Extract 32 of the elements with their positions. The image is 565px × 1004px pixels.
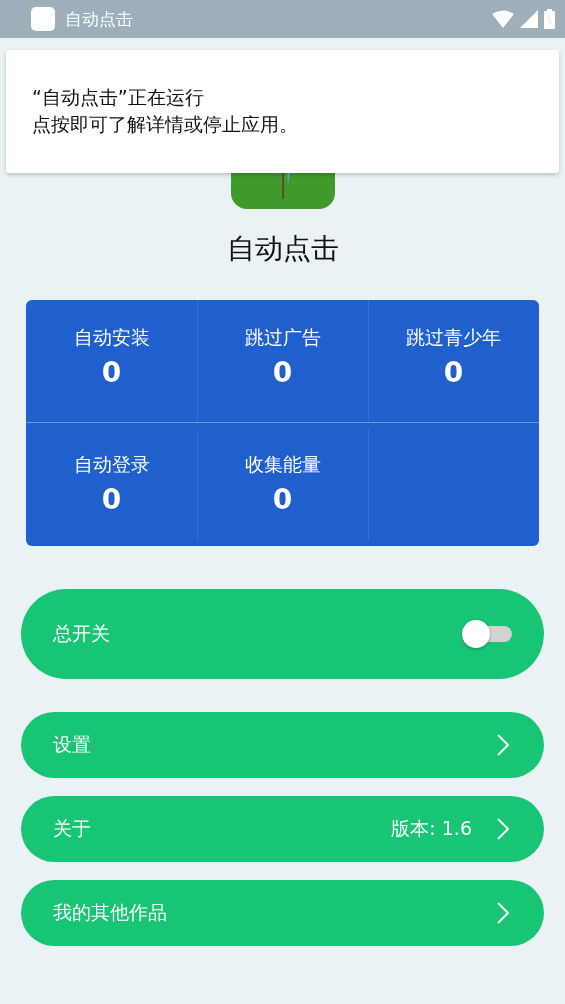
stat-value: 0 <box>101 356 122 389</box>
menu-item[interactable]: 关于 版本: 1.6 <box>21 796 544 862</box>
switch-label: 总开关 <box>53 621 111 646</box>
battery-icon <box>544 9 555 29</box>
menu-label: 关于 <box>53 816 92 841</box>
stat-value: 0 <box>443 356 464 389</box>
notification-card[interactable]: “自动点击”正在运行 点按即可了解详情或停止应用。 <box>6 50 559 173</box>
chevron-right-icon <box>496 901 510 925</box>
stat-label: 自动安装 <box>73 325 150 350</box>
master-switch-row[interactable]: 总开关 <box>21 589 544 679</box>
notification-text: 点按即可了解详情或停止应用。 <box>32 112 299 137</box>
signal-icon <box>520 10 538 28</box>
version-text: 版本: 1.6 <box>391 816 472 841</box>
menu-label: 我的其他作品 <box>53 900 168 925</box>
app-name: 自动点击 <box>226 231 339 267</box>
notification-title: “自动点击”正在运行 <box>32 85 205 110</box>
stat-value: 0 <box>272 356 293 389</box>
toggle-switch[interactable] <box>462 619 512 649</box>
stat-label: 收集能量 <box>244 452 321 477</box>
menu-item[interactable]: 设置 <box>21 712 544 778</box>
stat-label: 自动登录 <box>73 452 150 477</box>
menu-item[interactable]: 我的其他作品 <box>21 880 544 946</box>
chevron-right-icon <box>496 733 510 757</box>
stat-value: 0 <box>101 483 122 516</box>
chevron-right-icon <box>496 817 510 841</box>
stat-label: 跳过青少年 <box>406 325 501 350</box>
stat-label: 跳过广告 <box>244 325 321 350</box>
status-title: 自动点击 <box>65 7 133 31</box>
app-icon <box>31 7 55 31</box>
wifi-icon <box>492 10 514 28</box>
menu-label: 设置 <box>53 732 92 757</box>
stat-value: 0 <box>272 483 293 516</box>
